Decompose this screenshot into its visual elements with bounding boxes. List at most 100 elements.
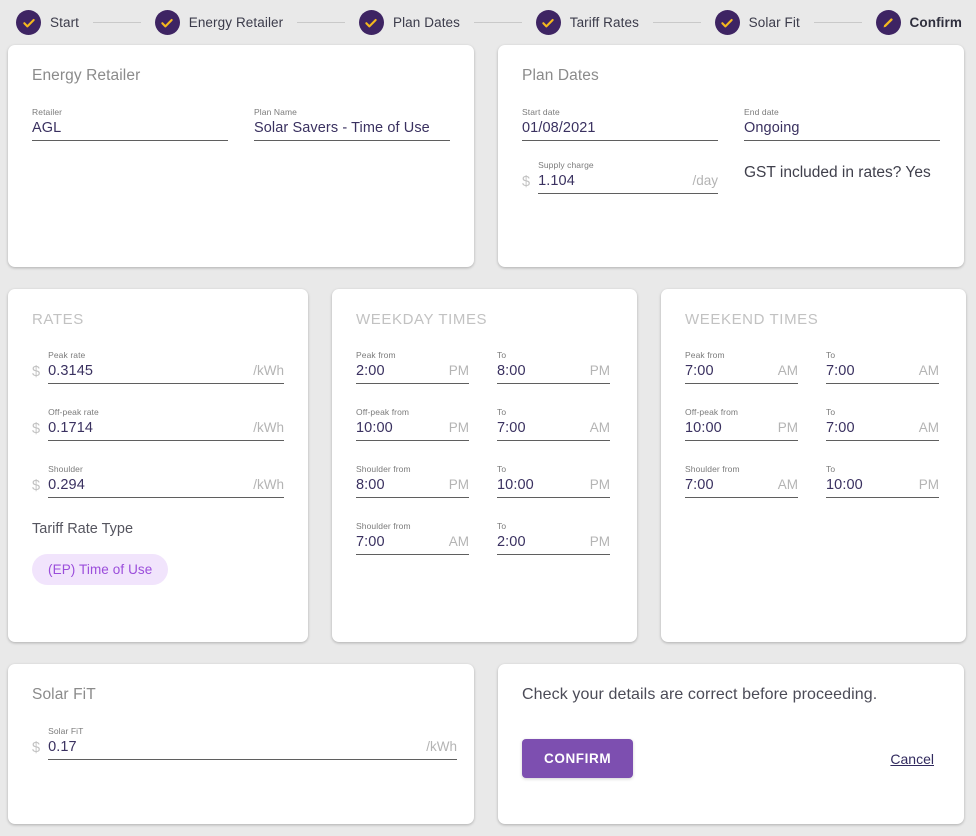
field-value-peak-rate: 0.3145 bbox=[48, 363, 94, 379]
field-label: Peak from bbox=[356, 350, 396, 360]
confirm-button[interactable]: CONFIRM bbox=[522, 739, 634, 778]
step-label-start: Start bbox=[50, 15, 80, 30]
check-icon bbox=[714, 10, 740, 35]
field-value-solar-fit: 0.17 bbox=[48, 739, 77, 755]
field-solar-fit[interactable]: $ Solar FiT 0.17 /kWh bbox=[32, 726, 457, 760]
field-suffix-solar-fit: /kWh bbox=[426, 739, 457, 754]
field-suffix-meridiem: PM bbox=[448, 363, 469, 378]
field-weekday-offpeak-from[interactable]: Off-peak from 10:00 PM bbox=[356, 407, 469, 441]
step-tariff-rates[interactable]: Tariff Rates bbox=[535, 10, 639, 35]
field-peak-rate[interactable]: $ Peak rate 0.3145 /kWh bbox=[32, 350, 284, 384]
field-value: 10:00 bbox=[497, 477, 534, 493]
field-label: To bbox=[497, 464, 507, 474]
field-supply-charge[interactable]: $ Supply charge 1.104 /day bbox=[522, 160, 718, 194]
field-weekend-shoulder-from[interactable]: Shoulder from 7:00 AM bbox=[685, 464, 798, 498]
pencil-icon bbox=[875, 10, 901, 35]
field-label: Shoulder from bbox=[685, 464, 740, 474]
step-connector bbox=[93, 22, 141, 23]
field-value-retailer: AGL bbox=[32, 120, 62, 136]
field-weekday-offpeak-to[interactable]: To 7:00 AM bbox=[497, 407, 610, 441]
row-bottom: Solar FiT $ Solar FiT 0.17 /kWh Check yo… bbox=[8, 664, 968, 824]
field-value-plan-name: Solar Savers - Time of Use bbox=[254, 120, 430, 136]
step-connector bbox=[652, 22, 701, 23]
field-label: Shoulder from bbox=[356, 464, 411, 474]
field-weekend-peak-from[interactable]: Peak from 7:00 AM bbox=[685, 350, 798, 384]
field-weekend-offpeak-to[interactable]: To 7:00 AM bbox=[826, 407, 939, 441]
step-energy-retailer[interactable]: Energy Retailer bbox=[154, 10, 284, 35]
field-weekday-peak-from[interactable]: Peak from 2:00 PM bbox=[356, 350, 469, 384]
step-label-solar-fit: Solar Fit bbox=[748, 15, 800, 30]
cancel-link[interactable]: Cancel bbox=[890, 751, 934, 767]
field-weekend-peak-to[interactable]: To 7:00 AM bbox=[826, 350, 939, 384]
field-value: 2:00 bbox=[497, 534, 526, 550]
plan-dates-lower: $ Supply charge 1.104 /day GST included … bbox=[522, 160, 940, 194]
field-start-date[interactable]: Start date 01/08/2021 bbox=[522, 107, 718, 141]
field-value: 7:00 bbox=[356, 534, 385, 550]
field-weekday-shoulder1-to[interactable]: To 10:00 PM bbox=[497, 464, 610, 498]
field-weekend-offpeak-from[interactable]: Off-peak from 10:00 PM bbox=[685, 407, 798, 441]
field-label: To bbox=[826, 407, 836, 417]
field-shoulder-rate[interactable]: $ Shoulder 0.294 /kWh bbox=[32, 464, 284, 498]
tariff-rate-type-chip[interactable]: (EP) Time of Use bbox=[32, 554, 169, 585]
gst-included-text: GST included in rates? Yes bbox=[744, 164, 931, 181]
summary-board: Energy Retailer Retailer AGL Plan Name S… bbox=[0, 45, 976, 824]
check-icon bbox=[358, 10, 384, 35]
field-label: To bbox=[497, 350, 507, 360]
field-weekday-peak-to[interactable]: To 8:00 PM bbox=[497, 350, 610, 384]
step-label-energy-retailer: Energy Retailer bbox=[188, 15, 284, 30]
field-suffix-meridiem: PM bbox=[589, 363, 610, 378]
field-suffix-meridiem: PM bbox=[448, 420, 469, 435]
field-suffix-supply-charge: /day bbox=[692, 173, 718, 188]
field-value: 8:00 bbox=[356, 477, 385, 493]
field-label: Off-peak from bbox=[356, 407, 410, 417]
field-end-date[interactable]: End date Ongoing bbox=[744, 107, 940, 141]
step-plan-dates[interactable]: Plan Dates bbox=[358, 10, 461, 35]
field-label: To bbox=[497, 521, 507, 531]
card-title-weekend-times: WEEKEND TIMES bbox=[685, 311, 819, 328]
field-suffix-meridiem: PM bbox=[777, 420, 798, 435]
field-suffix-peak-rate: /kWh bbox=[253, 363, 284, 378]
field-label: To bbox=[826, 350, 836, 360]
check-icon bbox=[535, 10, 561, 35]
field-label: To bbox=[826, 464, 836, 474]
confirm-message: Check your details are correct before pr… bbox=[522, 686, 878, 703]
field-label: Peak from bbox=[685, 350, 725, 360]
field-label: To bbox=[497, 407, 507, 417]
field-offpeak-rate[interactable]: $ Off-peak rate 0.1714 /kWh bbox=[32, 407, 284, 441]
energy-retailer-fields: Retailer AGL Plan Name Solar Savers - Ti… bbox=[32, 107, 450, 160]
field-suffix-meridiem: PM bbox=[918, 477, 939, 492]
card-solar-fit: Solar FiT $ Solar FiT 0.17 /kWh bbox=[8, 664, 474, 824]
card-plan-dates: Plan Dates Start date 01/08/2021 End dat… bbox=[498, 45, 964, 267]
step-connector bbox=[297, 22, 345, 23]
currency-symbol: $ bbox=[32, 421, 41, 437]
weekend-times-grid: Peak from 7:00 AM To 7:00 AM Off-peak fr… bbox=[685, 350, 942, 521]
card-title-plan-dates: Plan Dates bbox=[522, 67, 599, 84]
field-suffix-meridiem: PM bbox=[448, 477, 469, 492]
field-value: 7:00 bbox=[826, 420, 855, 436]
row-top: Energy Retailer Retailer AGL Plan Name S… bbox=[8, 45, 968, 267]
confirm-actions: CONFIRM Cancel bbox=[522, 739, 940, 778]
card-confirm-panel: Check your details are correct before pr… bbox=[498, 664, 964, 824]
field-suffix-meridiem: AM bbox=[918, 420, 939, 435]
step-label-confirm: Confirm bbox=[909, 15, 962, 30]
field-label-supply-charge: Supply charge bbox=[538, 160, 594, 170]
step-label-plan-dates: Plan Dates bbox=[392, 15, 461, 30]
field-weekend-shoulder-to[interactable]: To 10:00 PM bbox=[826, 464, 939, 498]
currency-symbol: $ bbox=[32, 478, 41, 494]
step-start[interactable]: Start bbox=[16, 10, 79, 35]
field-plan-name[interactable]: Plan Name Solar Savers - Time of Use bbox=[254, 107, 450, 141]
field-value: 10:00 bbox=[356, 420, 393, 436]
field-retailer[interactable]: Retailer AGL bbox=[32, 107, 228, 141]
field-suffix-meridiem: PM bbox=[589, 477, 610, 492]
step-solar-fit[interactable]: Solar Fit bbox=[714, 10, 800, 35]
step-confirm[interactable]: Confirm bbox=[875, 10, 962, 35]
field-suffix-offpeak-rate: /kWh bbox=[253, 420, 284, 435]
field-label-retailer: Retailer bbox=[32, 107, 63, 117]
row-middle: RATES $ Peak rate 0.3145 /kWh $ Off-peak… bbox=[8, 289, 968, 642]
field-label-offpeak-rate: Off-peak rate bbox=[48, 407, 99, 417]
field-weekday-shoulder1-from[interactable]: Shoulder from 8:00 PM bbox=[356, 464, 469, 498]
field-suffix-shoulder-rate: /kWh bbox=[253, 477, 284, 492]
plan-dates-fields: Start date 01/08/2021 End date Ongoing bbox=[522, 107, 940, 160]
field-weekday-shoulder2-from[interactable]: Shoulder from 7:00 AM bbox=[356, 521, 469, 555]
field-weekday-shoulder2-to[interactable]: To 2:00 PM bbox=[497, 521, 610, 555]
